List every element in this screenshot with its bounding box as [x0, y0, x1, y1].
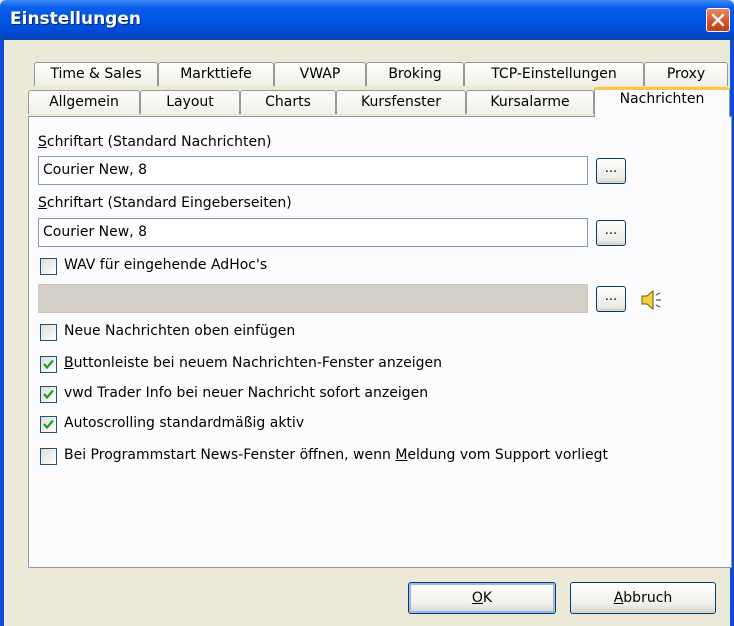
text: Neue Nachrichten oben einfügen — [64, 323, 296, 339]
font-news-browse-button[interactable]: ... — [596, 158, 626, 184]
speaker-icon[interactable] — [640, 288, 666, 316]
wav-browse-button[interactable]: ... — [596, 286, 626, 312]
label-text: chriftart (Standard Eingeberseiten) — [46, 195, 292, 211]
option-label: Autoscrolling standardmäßig aktiv — [64, 415, 304, 431]
mnemonic: S — [38, 134, 47, 150]
text: uttonleiste bei neuem Nachrichten-Fenste… — [73, 355, 442, 371]
mnemonic: S — [38, 195, 47, 211]
option-label: Neue Nachrichten oben einfügen — [64, 323, 295, 339]
wav-path-field[interactable] — [38, 284, 588, 313]
mnemonic: M — [395, 447, 408, 463]
cancel-button[interactable]: Abbruch — [570, 582, 716, 614]
checkmark-icon — [43, 419, 54, 430]
option-checkbox-trader-info[interactable] — [40, 386, 57, 403]
option-checkbox-buttonleiste[interactable] — [40, 356, 57, 373]
text: Bei Programmstart News-Fenster öffnen, w… — [64, 447, 396, 463]
option-checkbox-news-fenster-support[interactable] — [40, 448, 57, 465]
label-text: chriftart (Standard Nachrichten) — [46, 134, 272, 150]
option-checkbox-autoscrolling[interactable] — [40, 416, 57, 433]
font-input-browse-button[interactable]: ... — [596, 220, 626, 246]
settings-dialog: Einstellungen Time & Sales Markttiefe VW… — [0, 0, 734, 626]
panel-content: Schriftart (Standard Nachrichten) Courie… — [0, 0, 734, 626]
text: vwd Trader Info bei neuer Nachricht sofo… — [64, 385, 429, 401]
mnemonic: O — [471, 590, 483, 606]
text: eldung vom Support vorliegt — [407, 447, 608, 463]
font-input-label: Schriftart (Standard Eingeberseiten) — [38, 195, 292, 211]
option-label: vwd Trader Info bei neuer Nachricht sofo… — [64, 385, 428, 401]
wav-label: WAV für eingehende AdHoc's — [64, 257, 268, 273]
wav-checkbox[interactable] — [40, 258, 57, 275]
option-checkbox-neue-nachrichten-oben[interactable] — [40, 324, 57, 341]
ok-button[interactable]: OK — [408, 582, 556, 614]
option-label: Bei Programmstart News-Fenster öffnen, w… — [64, 447, 608, 463]
mnemonic: B — [64, 355, 74, 371]
font-news-label: Schriftart (Standard Nachrichten) — [38, 134, 271, 150]
checkmark-icon — [43, 389, 54, 400]
font-news-field[interactable]: Courier New, 8 — [38, 156, 588, 185]
mnemonic: A — [613, 590, 624, 606]
font-input-field[interactable]: Courier New, 8 — [38, 218, 588, 247]
option-label: Buttonleiste bei neuem Nachrichten-Fenst… — [64, 355, 442, 371]
checkmark-icon — [43, 359, 54, 370]
label-text: bbruch — [623, 590, 673, 606]
text: Autoscrolling standardmäßig aktiv — [64, 415, 305, 431]
label-text: K — [482, 590, 493, 606]
